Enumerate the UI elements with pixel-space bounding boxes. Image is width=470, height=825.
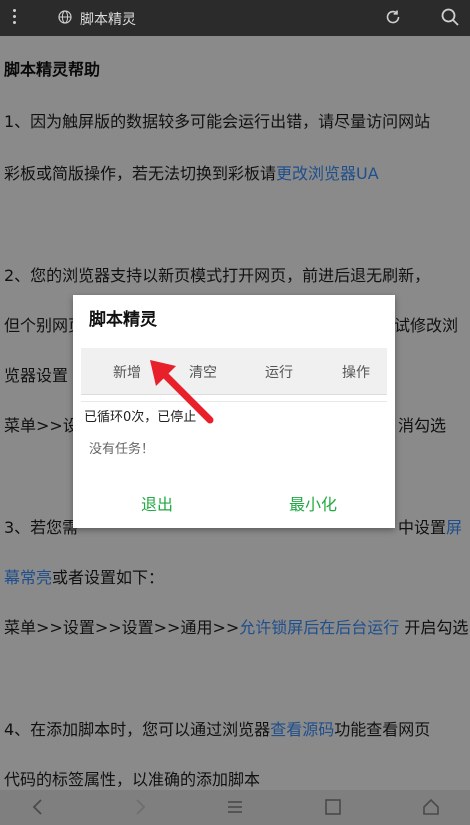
- view-source-link[interactable]: 查看源码: [270, 720, 334, 739]
- paragraph-3-text-2: 或者设置如下：: [52, 568, 165, 587]
- paragraph-3-text: 中设置: [398, 518, 447, 537]
- paragraph-2-line-2a: 但个别网页: [4, 316, 85, 335]
- back-icon[interactable]: [28, 797, 48, 817]
- background-run-link[interactable]: 允许锁屏后在后台运行: [239, 618, 399, 637]
- home-icon[interactable]: [421, 797, 441, 817]
- minimize-button[interactable]: 最小化: [263, 491, 363, 515]
- paragraph-4-text-a: 4、在添加脚本时，您可以通过浏览器: [4, 720, 271, 739]
- paragraph-2-line-4a: 菜单>>设: [4, 416, 79, 435]
- divider: [81, 401, 387, 402]
- refresh-icon[interactable]: [384, 8, 402, 26]
- script-elf-dialog: 脚本精灵 新增 清空 运行 操作 已循环0次，已停止 没有任务！ 退出 最小化: [73, 295, 395, 528]
- dialog-title: 脚本精灵: [89, 310, 157, 330]
- forward-icon[interactable]: [130, 797, 150, 817]
- page-title: 脚本精灵: [80, 12, 136, 28]
- empty-task-message: 没有任务！: [89, 442, 155, 457]
- paragraph-2-line-2b: 试修改浏: [394, 316, 459, 335]
- change-ua-link[interactable]: 更改浏览器UA: [276, 164, 379, 183]
- paragraph-3-line-1b: 中设置屏: [398, 514, 462, 538]
- paragraph-2-line-4b: 消勾选: [398, 416, 447, 435]
- paragraph-3-text-3: 开启勾选: [399, 618, 469, 637]
- screen-on-link-part-2[interactable]: 幕常亮: [4, 568, 52, 587]
- paragraph-4-text-b: 功能查看网页: [334, 720, 431, 739]
- paragraph-1-line-2: 彩板或简版操作，若无法切换到彩板请更改浏览器UA: [4, 160, 379, 184]
- paragraph-2-line-3: 览器设置: [4, 366, 69, 385]
- paragraph-1-text: 彩板或简版操作，若无法切换到彩板请: [4, 164, 277, 183]
- globe-icon: [58, 10, 72, 24]
- search-icon[interactable]: [440, 7, 460, 27]
- exit-button[interactable]: 退出: [107, 491, 207, 515]
- help-heading: 脚本精灵帮助: [4, 60, 101, 79]
- run-button[interactable]: 运行: [249, 362, 309, 382]
- paragraph-1-line-1: 1、因为触屏版的数据较多可能会运行出错，请尽量访问网站: [4, 112, 431, 131]
- more-menu-icon[interactable]: [8, 6, 20, 30]
- screen-on-link-part-1[interactable]: 屏: [446, 518, 462, 537]
- paragraph-4-line-1: 4、在添加脚本时，您可以通过浏览器查看源码功能查看网页: [4, 716, 430, 740]
- dialog-toolbar: 新增 清空 运行 操作: [81, 348, 387, 395]
- paragraph-3-menu-path: 菜单>>设置>>设置>>通用>>: [4, 618, 240, 637]
- paragraph-2-line-1: 2、您的浏览器支持以新页模式打开网页，前进后退无刷新，: [4, 266, 431, 285]
- tabs-icon[interactable]: [323, 797, 343, 817]
- paragraph-3-line-3: 菜单>>设置>>设置>>通用>>允许锁屏后在后台运行 开启勾选: [4, 614, 468, 638]
- paragraph-4-line-2: 代码的标签属性，以准确的添加脚本: [4, 770, 261, 789]
- operation-button[interactable]: 操作: [326, 362, 386, 382]
- paragraph-3-line-1a: 3、若您需: [4, 518, 79, 537]
- menu-icon[interactable]: [225, 797, 245, 817]
- paragraph-3-line-2: 幕常亮或者设置如下：: [4, 564, 164, 588]
- browser-top-bar: 脚本精灵: [0, 0, 470, 36]
- red-arrow-annotation: [150, 360, 214, 424]
- browser-bottom-bar: [0, 790, 470, 825]
